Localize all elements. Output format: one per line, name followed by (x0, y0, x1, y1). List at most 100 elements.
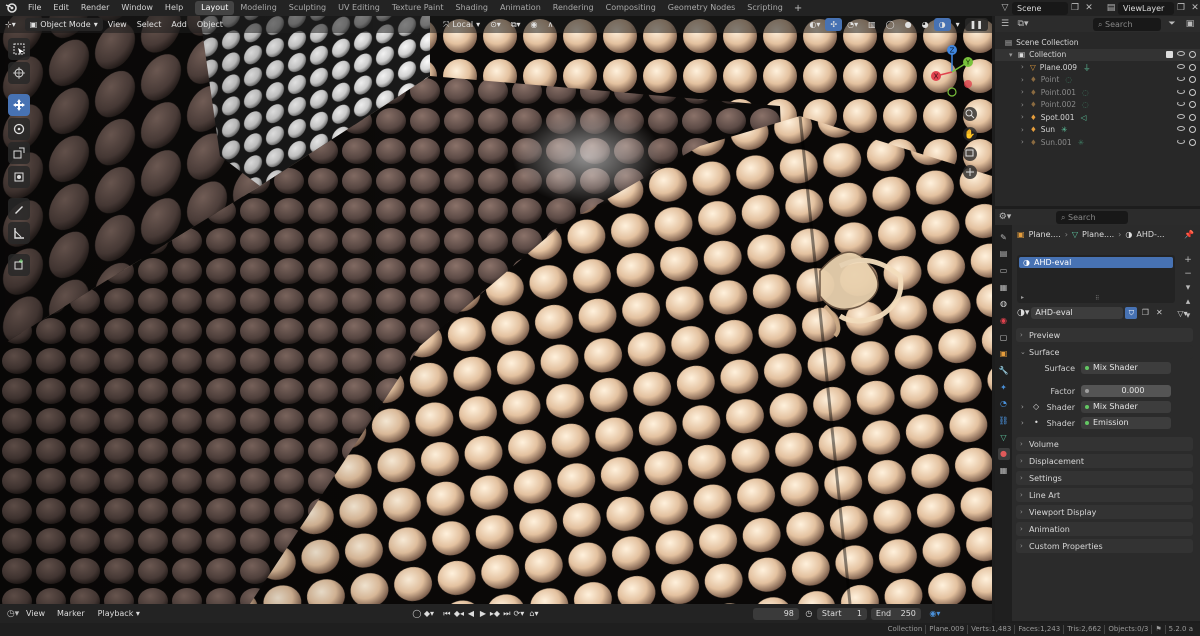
current-frame-field[interactable]: 98 (752, 607, 799, 620)
prev-keyframe-icon[interactable]: ◆◂ (453, 608, 465, 620)
play-icon[interactable]: ▶ (477, 608, 489, 620)
unlink-icon[interactable]: ✕ (1153, 307, 1165, 319)
browse-material-icon[interactable]: ◑▾ (1017, 308, 1029, 318)
shader1-field[interactable]: Mix Shader (1081, 401, 1171, 413)
menu-file[interactable]: File (22, 0, 47, 16)
new-collection-icon[interactable]: ▣ (1183, 18, 1197, 31)
rotate-tool-icon[interactable] (8, 118, 30, 140)
overlay-icon[interactable]: ◔▾ (842, 18, 863, 31)
scene-field[interactable]: Scene (1012, 1, 1068, 15)
new-view-layer-icon[interactable]: ❐ (1174, 2, 1188, 15)
expand-shader-icon[interactable]: › (1021, 403, 1024, 411)
tab-texture-paint[interactable]: Texture Paint (386, 1, 450, 15)
tool-tab-icon[interactable]: ✎ (998, 231, 1010, 243)
render-icon[interactable] (1189, 113, 1196, 121)
shading-material-icon[interactable]: ◕ (917, 18, 934, 31)
tab-sculpting[interactable]: Sculpting (283, 1, 332, 15)
surface-shader-field[interactable]: Mix Shader (1081, 362, 1171, 374)
view-layer-field[interactable]: ViewLayer (1118, 1, 1174, 15)
collection-tab-icon[interactable]: ▢ (998, 331, 1010, 343)
tab-shading[interactable]: Shading (449, 1, 494, 15)
shading-rendered-icon[interactable]: ◑ (933, 18, 951, 31)
slot-menu-icon[interactable]: ▾ (1186, 283, 1191, 293)
checkbox-icon[interactable] (1166, 51, 1173, 59)
menu-help[interactable]: Help (159, 0, 189, 16)
link-mode-icon[interactable]: ▽▾ (1177, 309, 1187, 318)
annotate-tool-icon[interactable] (8, 198, 30, 220)
mode-select[interactable]: ▣ Object Mode ▾ (24, 18, 103, 31)
eye-icon[interactable] (1177, 51, 1185, 57)
panel-surface[interactable]: ⌄ Surface (1016, 345, 1193, 359)
sync-icon[interactable]: ⟳▾ (513, 608, 525, 620)
timeline-editor-icon[interactable]: ◷▾ (6, 607, 20, 620)
outliner-item[interactable]: › ♦ Point.001 ◌ (995, 86, 1200, 99)
panel-preview[interactable]: › Preview (1016, 328, 1193, 342)
material-slot-list[interactable]: ◑ AHD-eval ▸ ⠿ (1017, 255, 1175, 303)
xray-icon[interactable]: ▥ (863, 18, 881, 31)
move-up-icon[interactable]: ▴ (1186, 297, 1191, 307)
eye-closed-icon[interactable] (1177, 76, 1185, 82)
shading-wireframe-icon[interactable]: ◯ (881, 18, 900, 31)
menu-view[interactable]: View (103, 16, 132, 33)
eye-closed-icon[interactable] (1177, 138, 1185, 144)
jump-start-icon[interactable]: ⏮ (441, 608, 453, 620)
scene-icon[interactable]: ▽ (998, 2, 1012, 15)
modifier-tab-icon[interactable]: 🔧 (998, 365, 1010, 377)
visibility-icon[interactable]: ◐▾ (804, 18, 825, 31)
factor-slider[interactable]: 0.000 (1081, 385, 1171, 397)
transform-tool-icon[interactable] (8, 166, 30, 188)
panel-custom-properties[interactable]: › Custom Properties (1016, 539, 1193, 553)
tab-animation[interactable]: Animation (494, 1, 547, 15)
snap-icon[interactable]: ⧉▾ (506, 18, 526, 31)
material-tab-icon[interactable]: ● (997, 447, 1010, 460)
menu-edit[interactable]: Edit (47, 0, 75, 16)
menu-window[interactable]: Window (115, 0, 159, 16)
start-frame-field[interactable]: Start 1 (816, 607, 867, 620)
material-slot-item[interactable]: ◑ AHD-eval (1019, 257, 1173, 268)
menu-render[interactable]: Render (75, 0, 115, 16)
timeline-menu-marker[interactable]: Marker (51, 609, 91, 618)
menu-object[interactable]: Object (192, 16, 228, 33)
pause-render-icon[interactable]: ❚❚ (964, 18, 988, 31)
render-icon[interactable] (1189, 138, 1196, 146)
shader2-field[interactable]: Emission (1081, 417, 1171, 429)
view-layer-tab-icon[interactable]: ▦ (998, 281, 1010, 293)
panel-settings[interactable]: › Settings (1016, 471, 1193, 485)
outliner-item[interactable]: › ♦ Sun.001 ✳ (995, 136, 1200, 149)
outliner-item[interactable]: › ♦ Sun ✳ (995, 124, 1200, 137)
panel-displacement[interactable]: › Displacement (1016, 454, 1193, 468)
preview-range-icon[interactable]: ◷ (803, 608, 815, 620)
shading-solid-icon[interactable]: ● (900, 18, 917, 31)
constraints-tab-icon[interactable]: ⛓ (998, 415, 1010, 427)
material-name-field[interactable]: AHD-eval (1031, 307, 1124, 319)
transform-orientation[interactable]: ⤧ Local ▾ (438, 18, 485, 31)
eye-icon[interactable] (1177, 126, 1185, 132)
panel-animation[interactable]: › Animation (1016, 522, 1193, 536)
scale-tool-icon[interactable] (8, 142, 30, 164)
scene-collection-row[interactable]: ▤ Scene Collection (995, 36, 1200, 49)
next-keyframe-icon[interactable]: ▸◆ (489, 608, 501, 620)
outliner-item[interactable]: › ♦ Spot.001 ◁ (995, 111, 1200, 124)
tab-geometry-nodes[interactable]: Geometry Nodes (662, 1, 741, 15)
keying-icon[interactable]: ◆▾ (423, 608, 435, 620)
fake-user-icon[interactable]: ⛉ (1125, 307, 1138, 319)
outliner-editor-icon[interactable]: ☰ (998, 18, 1012, 31)
play-reverse-icon[interactable]: ◀ (465, 608, 477, 620)
tab-modeling[interactable]: Modeling (234, 1, 282, 15)
duplicate-icon[interactable]: ❐ (1139, 307, 1151, 319)
viewport-render[interactable] (0, 16, 992, 604)
add-workspace-button[interactable]: + (789, 3, 807, 14)
menu-add[interactable]: Add (166, 16, 192, 33)
timeline-menu-view[interactable]: View (20, 609, 51, 618)
pin-icon[interactable]: 📌 (1184, 230, 1194, 239)
navigation-gizmo[interactable]: Z X Y ✋ (930, 42, 986, 182)
panel-viewport-display[interactable]: › Viewport Display (1016, 505, 1193, 519)
tab-compositing[interactable]: Compositing (600, 1, 662, 15)
tab-layout[interactable]: Layout (195, 1, 235, 15)
tab-uv-editing[interactable]: UV Editing (332, 1, 386, 15)
move-tool-icon[interactable] (8, 94, 30, 116)
add-slot-icon[interactable]: + (1184, 255, 1192, 265)
render-tab-icon[interactable]: ▤ (998, 248, 1010, 260)
texture-tab-icon[interactable]: ▦ (998, 465, 1010, 477)
properties-search-input[interactable]: ⌕ Search (1056, 210, 1128, 224)
